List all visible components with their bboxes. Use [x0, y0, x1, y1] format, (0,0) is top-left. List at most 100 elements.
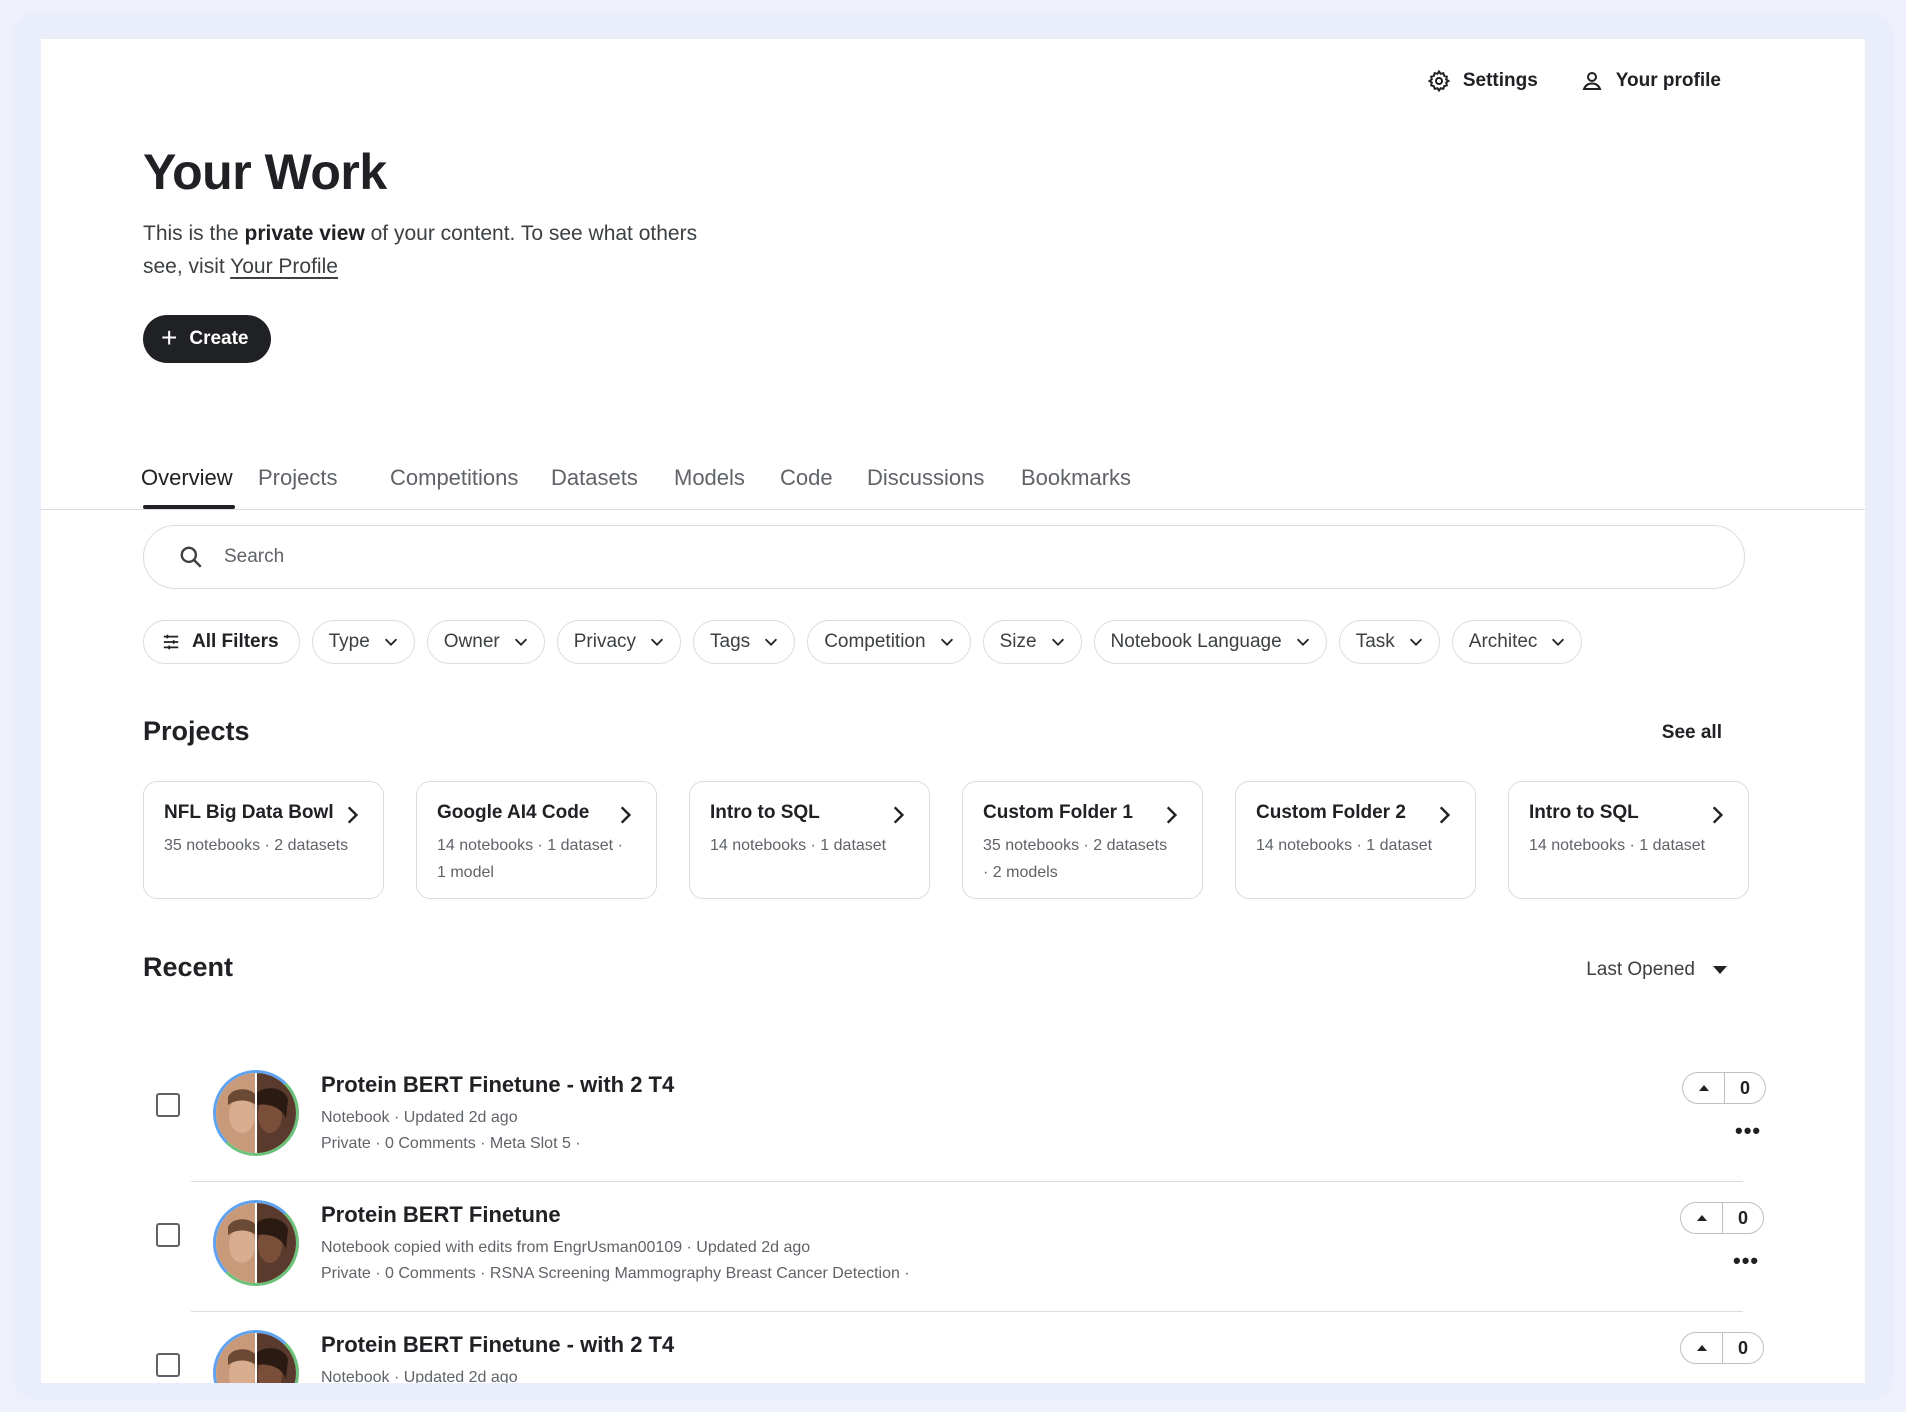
caret-down-icon: [1713, 966, 1727, 974]
subtitle-text-pre: This is the: [143, 222, 245, 245]
profile-label: Your profile: [1615, 70, 1721, 91]
all-filters-chip[interactable]: All Filters: [143, 620, 300, 664]
project-card[interactable]: NFL Big Data Bowl 35 notebooks · 2 datas…: [143, 781, 384, 899]
filter-privacy[interactable]: Privacy: [556, 620, 682, 664]
gear-icon: [1427, 69, 1451, 93]
project-meta: 14 notebooks · 1 dataset · 1 model: [437, 837, 623, 881]
item-details: Private · 0 Comments · RSNA Screening Ma…: [321, 1265, 910, 1282]
person-icon: [1582, 72, 1602, 90]
tab-competitions[interactable]: Competitions: [390, 465, 518, 491]
filter-label: Notebook Language: [1110, 631, 1282, 652]
chevron-down-icon: [651, 638, 664, 646]
tab-bookmarks[interactable]: Bookmarks: [1021, 465, 1131, 491]
filter-type[interactable]: Type: [311, 620, 415, 664]
upvote-icon: [1698, 1085, 1709, 1091]
item-details: Private · 0 Comments · Meta Slot 5 ·: [321, 1135, 581, 1152]
tab-datasets[interactable]: Datasets: [551, 465, 638, 491]
active-tab-indicator: [143, 505, 235, 509]
projects-heading: Projects: [143, 716, 250, 746]
profile-link[interactable]: Your profile: [1580, 69, 1721, 93]
filter-owner[interactable]: Owner: [426, 620, 545, 664]
filter-label: Task: [1355, 631, 1395, 652]
select-checkbox[interactable]: [156, 1223, 180, 1247]
project-card[interactable]: Intro to SQL 14 notebooks · 1 dataset: [689, 781, 930, 899]
item-title[interactable]: Protein BERT Finetune - with 2 T4: [321, 1072, 674, 1098]
filter-notebook-language[interactable]: Notebook Language: [1093, 620, 1327, 664]
tab-overview[interactable]: Overview: [141, 465, 233, 491]
vote-count: 0: [1739, 1077, 1750, 1098]
filter-label: Tags: [710, 631, 751, 652]
filter-size[interactable]: Size: [982, 620, 1082, 664]
project-name: Custom Folder 1: [983, 802, 1133, 823]
filter-tags[interactable]: Tags: [693, 620, 796, 664]
filter-label: Type: [328, 631, 370, 652]
filter-label: Privacy: [573, 631, 637, 652]
item-title[interactable]: Protein BERT Finetune: [321, 1202, 561, 1228]
filter-task[interactable]: Task: [1338, 620, 1440, 664]
search-icon: [180, 546, 202, 568]
select-checkbox[interactable]: [156, 1353, 180, 1377]
sliders-icon: [163, 634, 179, 650]
project-meta: 14 notebooks · 1 dataset: [710, 837, 887, 854]
tab-models[interactable]: Models: [674, 465, 745, 491]
sort-dropdown[interactable]: Last Opened: [1586, 959, 1727, 981]
create-button[interactable]: + Create: [143, 315, 271, 363]
project-card[interactable]: Custom Folder 2 14 notebooks · 1 dataset: [1235, 781, 1476, 899]
project-card[interactable]: Google AI4 Code 14 notebooks · 1 dataset…: [416, 781, 657, 899]
tab-projects[interactable]: Projects: [258, 465, 337, 491]
tab-discussions[interactable]: Discussions: [867, 465, 984, 491]
project-card[interactable]: Custom Folder 1 35 notebooks · 2 dataset…: [962, 781, 1203, 899]
project-name: Intro to SQL: [1529, 802, 1639, 823]
filter-competition[interactable]: Competition: [807, 620, 971, 664]
select-checkbox[interactable]: [156, 1093, 180, 1117]
recent-item[interactable]: Protein BERT Finetune Notebook copied wi…: [143, 1182, 1764, 1312]
chevron-down-icon: [765, 638, 778, 646]
collaborators-avatar-icon: [216, 1333, 296, 1383]
filter-architecture[interactable]: Architec: [1451, 620, 1583, 664]
page-title: Your Work: [143, 144, 387, 200]
chevron-down-icon: [1552, 638, 1565, 646]
avatar: [213, 1200, 299, 1286]
filter-label: Owner: [443, 631, 500, 652]
your-work-page: Settings Your profile Your Work This is …: [41, 39, 1865, 1383]
create-label: Create: [189, 328, 249, 349]
upvote-button[interactable]: [1681, 1203, 1723, 1233]
project-name: Google AI4 Code: [437, 802, 590, 823]
your-profile-link[interactable]: Your Profile: [230, 255, 338, 278]
search-input[interactable]: [224, 546, 1624, 568]
search-bar[interactable]: [143, 525, 1745, 589]
item-title[interactable]: Protein BERT Finetune - with 2 T4: [321, 1332, 674, 1358]
vote-count: 0: [1737, 1207, 1748, 1228]
avatar: [213, 1330, 299, 1383]
chevron-right-icon: [1166, 806, 1178, 824]
settings-label: Settings: [1462, 70, 1538, 91]
project-card[interactable]: Intro to SQL 14 notebooks · 1 dataset: [1508, 781, 1749, 899]
project-meta: 35 notebooks · 2 datasets · 2 models: [983, 837, 1168, 881]
project-name: Custom Folder 2: [1256, 802, 1406, 823]
chevron-right-icon: [1712, 806, 1724, 824]
settings-link[interactable]: Settings: [1427, 69, 1538, 93]
chevron-down-icon: [1409, 638, 1422, 646]
see-all-link[interactable]: See all: [1662, 722, 1722, 744]
tab-code[interactable]: Code: [780, 465, 833, 491]
upvote-button[interactable]: [1683, 1073, 1725, 1103]
recent-item[interactable]: Protein BERT Finetune - with 2 T4 Notebo…: [143, 1312, 1764, 1383]
chevron-down-icon: [1296, 638, 1309, 646]
top-bar: Settings Your profile: [1427, 69, 1721, 93]
project-meta: 35 notebooks · 2 datasets: [164, 837, 349, 854]
page-subtitle: This is the private view of your content…: [143, 217, 703, 283]
filter-chips: All Filters Type Owner Privacy Tags Comp…: [143, 620, 1601, 666]
recent-item[interactable]: Protein BERT Finetune - with 2 T4 Notebo…: [143, 1052, 1766, 1182]
chevron-right-icon: [620, 806, 632, 824]
upvote-button[interactable]: [1681, 1333, 1723, 1363]
more-options-button[interactable]: •••: [1733, 1248, 1759, 1274]
upvote-icon: [1696, 1345, 1707, 1351]
filter-label: Competition: [824, 631, 926, 652]
upvote-icon: [1696, 1215, 1707, 1221]
chevron-down-icon: [940, 638, 953, 646]
vote-widget: 0: [1682, 1072, 1766, 1104]
project-name: NFL Big Data Bowl: [164, 802, 334, 823]
recent-heading: Recent: [143, 952, 234, 982]
more-options-button[interactable]: •••: [1735, 1118, 1761, 1144]
item-meta: Notebook · Updated 2d ago: [321, 1369, 518, 1383]
